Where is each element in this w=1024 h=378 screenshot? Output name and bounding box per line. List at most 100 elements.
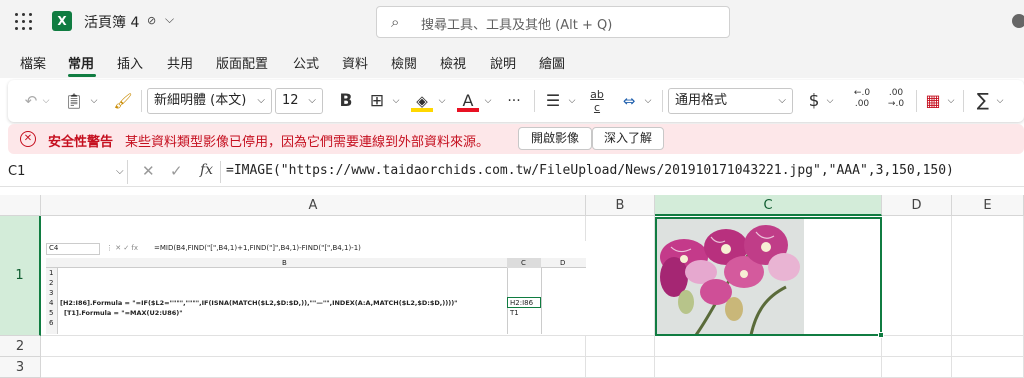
cell-a2[interactable] [41,336,586,357]
tab-insert[interactable]: 插入 [117,53,143,72]
warning-title: 安全性警告 [48,135,114,150]
wrap-text-icon[interactable]: ab c [586,88,608,114]
font-size-select[interactable]: 12 ⌵ [275,88,323,114]
tab-home[interactable]: 常用 [68,53,94,72]
spreadsheet-grid: A B C D E 1 2 3 C4 ⋮ ✕ ✓ fx =MID(B4,FIND… [0,189,1024,378]
security-warning-bar: ✕ 安全性警告 某些資料類型影像已停用，因為它們需要連線到外部資料來源。 開啟影… [8,124,1024,154]
align-dropdown-icon[interactable]: ⌵ [566,88,578,114]
tab-file[interactable]: 檔案 [20,53,46,72]
cell-b1[interactable] [586,216,655,336]
learn-more-button[interactable]: 深入了解 [592,127,664,150]
number-format-select[interactable]: 通用格式 ⌵ [668,88,793,114]
chevron-down-icon[interactable]: ⌵ [116,160,124,184]
column-header-c[interactable]: C [655,195,882,216]
cell-d2[interactable] [882,336,952,357]
embedded-row-4: 4 [49,299,54,307]
embedded-col-c: C [521,259,526,267]
number-format-value: 通用格式 [675,93,728,108]
currency-icon[interactable]: $ [806,88,822,114]
conditional-format-icon[interactable]: ▦ [922,88,944,114]
cell-e2[interactable] [952,336,1024,357]
embedded-row-5: 5 [49,309,54,317]
column-header-b[interactable]: B [586,195,655,216]
select-all-corner[interactable] [0,195,41,216]
embedded-cell-c4: H2:I86 [510,299,534,307]
autosum-dropdown-icon[interactable]: ⌵ [994,88,1006,114]
conditional-format-dropdown-icon[interactable]: ⌵ [945,88,957,114]
align-icon[interactable]: ☰ [542,88,564,114]
column-header-e[interactable]: E [952,195,1024,216]
tab-page-layout[interactable]: 版面配置 [216,53,268,72]
merge-dropdown-icon[interactable]: ⌵ [642,88,654,114]
enable-images-button[interactable]: 開啟影像 [518,127,592,150]
column-header-a[interactable]: A [41,195,586,216]
paste-icon[interactable]: 📋︎ [62,88,86,114]
bold-button[interactable]: B [336,88,356,114]
tab-view[interactable]: 檢視 [440,53,466,72]
decrease-decimal-icon[interactable]: .00 →.0 [884,88,908,114]
currency-dropdown-icon[interactable]: ⌵ [824,88,836,114]
fill-color-icon[interactable]: ◈ [411,88,433,112]
name-box[interactable]: C1 ⌵ [4,160,128,184]
cell-b2[interactable] [586,336,655,357]
search-box[interactable]: ⌕ 搜尋工具、工具及其他 (Alt + Q) [376,6,730,38]
divider [916,90,917,112]
borders-icon[interactable]: ⊞ [366,88,388,114]
cell-d1[interactable] [882,216,952,336]
more-options-icon[interactable]: ··· [502,88,526,114]
format-painter-icon[interactable]: 🖌︎ [112,88,134,114]
tab-help[interactable]: 說明 [490,53,516,72]
font-color-icon[interactable]: A [457,88,479,112]
document-title[interactable]: 活頁簿 4 [84,12,139,32]
divider [662,90,663,112]
search-placeholder: 搜尋工具、工具及其他 (Alt + Q) [421,18,613,33]
chevron-down-icon[interactable]: ⌵ [165,12,174,27]
chevron-down-icon: ⌵ [257,95,265,106]
fill-handle[interactable] [878,332,884,338]
tab-share[interactable]: 共用 [167,53,193,72]
paste-dropdown-icon[interactable]: ⌵ [88,88,100,114]
fill-color-dropdown-icon[interactable]: ⌵ [436,88,448,114]
merge-cells-icon[interactable]: ⇔ [618,88,640,114]
row-header-2[interactable]: 2 [0,336,41,357]
font-name-value: 新細明體 (本文) [154,93,247,108]
tab-review[interactable]: 檢閱 [391,53,417,72]
embedded-screenshot-image: C4 ⋮ ✕ ✓ fx =MID(B4,FIND("[",B4,1)+1,FIN… [42,241,587,335]
embedded-row-3: 3 [49,289,54,297]
divider [220,161,221,183]
column-header-d[interactable]: D [882,195,952,216]
confirm-icon[interactable]: ✓ [170,162,183,180]
account-avatar[interactable] [1012,14,1024,28]
ribbon-toolbar: ↶ ⌵ 📋︎ ⌵ 🖌︎ 新細明體 (本文) ⌵ 12 ⌵ B ⊞ ⌵ ◈ ⌵ A… [8,80,1024,122]
font-color-dropdown-icon[interactable]: ⌵ [482,88,494,114]
tab-data[interactable]: 資料 [342,53,368,72]
divider [534,90,535,112]
insert-function-icon[interactable]: fx [200,162,213,178]
increase-decimal-icon[interactable]: ←.0.00 [850,88,874,114]
chevron-down-icon: ⌵ [778,95,786,106]
undo-icon[interactable]: ↶ [20,88,42,114]
embedded-fx-icons: ⋮ ✕ ✓ fx [106,244,139,252]
autosum-icon[interactable]: ∑ [972,88,994,114]
sync-status-icon: ⊘ [147,14,157,27]
undo-dropdown-icon[interactable]: ⌵ [41,88,51,114]
app-launcher-icon[interactable] [15,13,33,31]
tab-draw[interactable]: 繪圖 [539,53,565,72]
divider [141,90,142,112]
chevron-down-icon: ⌵ [308,95,316,106]
embedded-cell-b5: [T1].Formula = "=MAX(U2:U86)" [64,309,183,317]
cell-c2[interactable] [655,336,882,357]
formula-bar: C1 ⌵ ✕ ✓ fx =IMAGE("https://www.taidaorc… [0,157,1024,187]
font-size-value: 12 [282,93,299,108]
close-circle-icon: ✕ [20,131,36,147]
tab-formulas[interactable]: 公式 [293,53,319,72]
cancel-icon[interactable]: ✕ [142,162,155,180]
borders-dropdown-icon[interactable]: ⌵ [390,88,402,114]
embedded-col-b: B [282,259,287,267]
row-header-1[interactable]: 1 [0,216,41,336]
formula-input[interactable]: =IMAGE("https://www.taidaorchids.com.tw/… [226,163,954,178]
cell-c1-selection[interactable] [655,217,882,336]
embedded-cell-c5: T1 [510,309,519,317]
font-name-select[interactable]: 新細明體 (本文) ⌵ [147,88,272,114]
cell-e1[interactable] [952,216,1024,336]
